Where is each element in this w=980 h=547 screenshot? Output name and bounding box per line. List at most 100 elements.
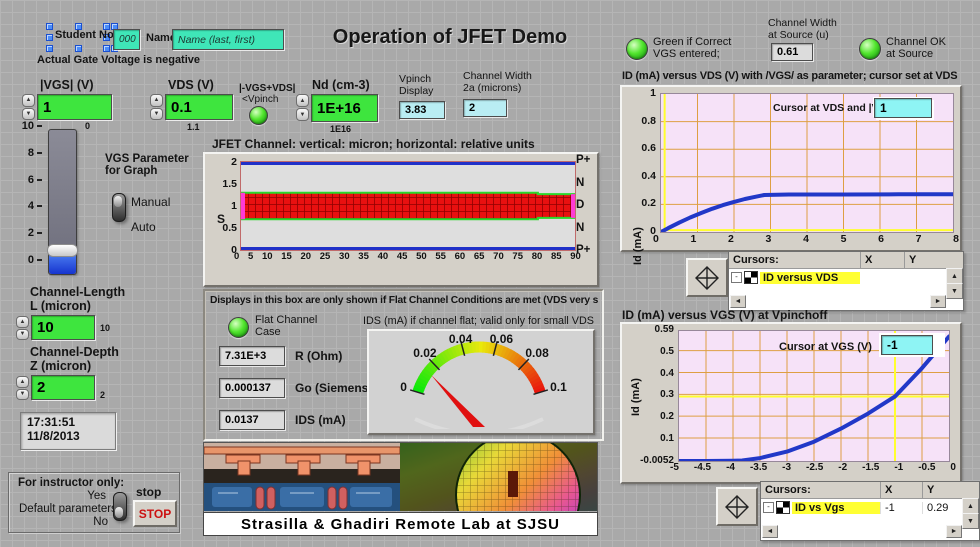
vgs-slider-thumb[interactable] [47,244,78,257]
vgs-input[interactable]: 1 [37,94,112,120]
scroll-up-icon[interactable]: ▲ [962,498,979,514]
page-title: Operation of JFET Demo [332,26,568,48]
expand-icon[interactable]: - [731,272,742,283]
scroll-down-icon[interactable]: ▼ [962,513,979,529]
pinch-led-label-2: <Vpinch [242,94,279,105]
spin-up-icon[interactable]: ▲ [296,94,309,107]
graph2-cursor-value[interactable]: -1 [881,335,933,355]
vgs-correct-label-1: Green if Correct [653,36,732,48]
vgs-slider-track[interactable] [47,129,78,275]
y-tick-label: -0.0052 [640,454,674,466]
gauge-tick-label: 0 [400,380,407,395]
graph2-cursor-caption: Cursor at VGS (V) [779,341,872,353]
spin-up-icon[interactable]: ▲ [22,94,35,107]
graph2-cursor-mover[interactable] [716,487,758,526]
spin-down-icon[interactable]: ▼ [22,107,35,120]
vpinch-label-2: Display [399,85,434,97]
vgs-default-note: 0 [85,121,91,131]
spin-up-icon[interactable]: ▲ [16,376,29,388]
graph1-cursor-value[interactable]: 1 [874,98,932,118]
gate-note: Actual Gate Voltage is negative [37,54,201,66]
region-label: N [576,221,585,234]
student-no-input[interactable]: 000 [113,29,140,50]
nd-input[interactable]: 1E+16 [311,94,378,122]
scroll-up-icon[interactable]: ▲ [946,268,963,284]
channel-depth-input[interactable]: 2 [31,375,95,400]
jfet-plot-area[interactable] [240,161,576,251]
vds-spinner[interactable]: ▲ ▼ [150,94,163,120]
instructor-param-label: Default parameters [19,503,117,515]
ids-display: 0.0137 [219,410,285,430]
instructor-option-yes[interactable]: Yes [64,490,106,502]
instructor-option-no[interactable]: No [66,516,108,528]
channel-band [241,192,575,220]
cursors-header: Cursors: X Y [761,482,979,499]
cursor-x-value: -1 [880,501,922,514]
source-end-cap [241,192,245,220]
vgs-param-option-auto[interactable]: Auto [131,220,156,234]
channel-length-spinner[interactable]: ▲ ▼ [16,316,29,340]
x-tick-label: 4 [803,233,809,245]
diamond-nav-icon [725,494,749,519]
spin-down-icon[interactable]: ▼ [16,328,29,340]
y-tick-label: 0.5 [660,345,674,357]
scroll-left-icon[interactable]: ◄ [730,295,746,308]
wafer-image [400,443,597,511]
slider-tick-label: 4 [28,200,42,212]
expand-icon[interactable]: - [763,502,774,513]
scroll-left-icon[interactable]: ◄ [762,525,778,538]
graph1-plot-area[interactable]: Cursor at VDS and |VGS| (V) 1 [660,93,954,233]
x-tick-label: -5 [670,462,679,473]
x-tick-label: -0.5 [918,462,936,473]
cursors-header-label: Cursors: [765,484,811,496]
graph2-plot-area[interactable]: Cursor at VGS (V) -1 [678,330,950,462]
vds-input[interactable]: 0.1 [165,94,233,120]
vgs-param-option-manual[interactable]: Manual [131,195,170,209]
flat-channel-label-1: Flat Channel [255,314,318,326]
instructor-title: For instructor only: [18,477,125,489]
graph2-frame: Id (mA) 0.59 0.5 0.4 0.3 0.2 0.1 -0.0052 Curso… [620,322,962,484]
student-no-label: Student No [55,29,114,41]
x-tick-label: 75 [512,251,523,262]
scroll-down-icon[interactable]: ▼ [946,283,963,299]
gauge-tick-label: 0.1 [550,380,567,395]
gauge-tick-label: 0.06 [489,332,514,346]
graph1-title: ID (mA) versus VDS (V) with /VGS/ as par… [622,70,958,82]
spin-up-icon[interactable]: ▲ [16,316,29,328]
x-tick-label: 30 [339,251,350,262]
graph1-cursor-mover[interactable] [686,258,728,297]
scroll-right-icon[interactable]: ► [930,295,946,308]
x-tick-label: 65 [473,251,485,262]
channel-depth-spinner[interactable]: ▲ ▼ [16,376,29,400]
jfet-source-label: S [217,212,226,226]
instructor-toggle[interactable] [113,492,127,521]
y-tick-label: 2 [231,156,237,168]
spin-down-icon[interactable]: ▼ [150,107,163,120]
name-input[interactable]: Name (last, first) [172,29,284,50]
y-tick-label: 0.6 [641,142,656,155]
region-label: D [576,199,585,211]
spin-up-icon[interactable]: ▲ [150,94,163,107]
y-tick-label: 0.3 [660,389,674,401]
cursor-row[interactable]: - ID vs Vgs -1 0.29 [761,499,979,516]
cursor-row-label[interactable]: ID versus VDS [760,271,860,284]
x-tick-label: 55 [435,251,446,262]
cursor-row-label[interactable]: ID vs Vgs [792,501,880,514]
scroll-right-icon[interactable]: ► [946,525,962,538]
channel-length-input[interactable]: 10 [31,315,95,340]
graph1-frame: Id (mA) 1 0.8 0.6 0.4 0.2 0 Cursor at VDS and… [620,85,962,265]
toggle-knob [115,507,123,518]
spin-down-icon[interactable]: ▼ [16,388,29,400]
channel-depth-label-2: Z (micron) [30,359,92,373]
spin-down-icon[interactable]: ▼ [296,108,309,121]
x-tick-label: -3 [782,462,792,473]
x-tick-label: 2 [728,233,734,245]
channel-depth-default-note: 2 [100,390,106,400]
vgs-spinner[interactable]: ▲ ▼ [22,94,35,120]
go-display: 0.000137 [219,378,285,398]
cursor-row[interactable]: - ID versus VDS [729,269,963,286]
x-tick-label: 7 [915,233,922,245]
vgs-param-toggle[interactable] [112,193,126,222]
stop-button[interactable]: STOP [133,500,177,527]
nd-spinner[interactable]: ▲ ▼ [296,94,309,121]
